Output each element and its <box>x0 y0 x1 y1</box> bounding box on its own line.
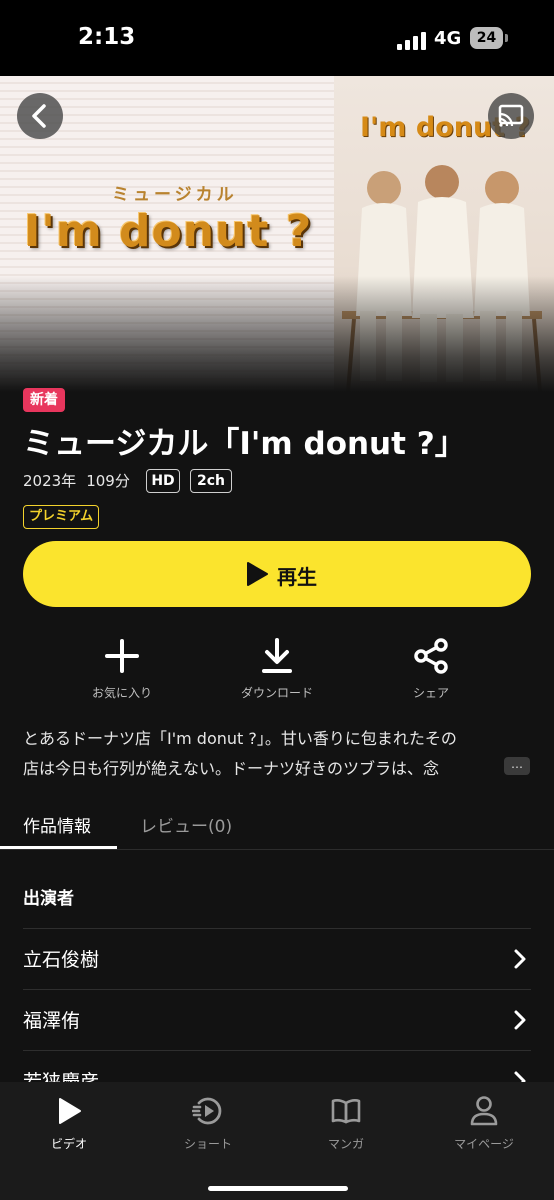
premium-badge: プレミアム <box>23 505 100 529</box>
home-indicator <box>208 1186 348 1191</box>
audio-channel-tag: 2ch <box>190 469 232 493</box>
nav-manga-label: マンガ <box>327 1137 364 1151</box>
status-bar: 2:13 4G 24 <box>0 0 554 76</box>
cast-row[interactable]: 福澤侑 <box>0 989 554 1050</box>
hero-banner: ミュージカル I'm donut ? I'm donut ? <box>0 76 554 392</box>
download-button[interactable]: ダウンロード <box>217 634 337 701</box>
download-label: ダウンロード <box>240 686 313 700</box>
cast-name: 福澤侑 <box>23 1010 81 1032</box>
tab-divider <box>0 849 554 850</box>
nav-mypage[interactable]: マイページ <box>429 1094 539 1152</box>
cast-heading: 出演者 <box>23 889 74 909</box>
nav-video[interactable]: ビデオ <box>14 1094 124 1152</box>
divider <box>23 1050 531 1051</box>
tab-info[interactable]: 作品情報 <box>23 812 91 837</box>
description-line: とあるドーナツ店「I'm donut ?」。甘い香りに包まれたその <box>23 729 457 748</box>
nav-mypage-label: マイページ <box>454 1137 514 1151</box>
share-button[interactable]: シェア <box>371 634 491 701</box>
download-icon <box>262 638 292 673</box>
nav-video-label: ビデオ <box>50 1137 87 1151</box>
nav-manga[interactable]: マンガ <box>291 1094 401 1152</box>
play-button[interactable]: 再生 <box>23 541 531 607</box>
back-button[interactable] <box>17 93 63 139</box>
chevron-left-icon <box>32 104 46 128</box>
release-year: 2023年 <box>23 472 77 490</box>
description: とあるドーナツ店「I'm donut ?」。甘い香りに包まれたその 店は今日も行… <box>23 724 531 784</box>
signal-icon <box>397 32 426 50</box>
play-icon <box>59 1098 81 1124</box>
chevron-right-icon <box>514 1010 526 1030</box>
divider <box>23 928 531 929</box>
hero-subtitle: ミュージカル <box>112 185 238 205</box>
clock: 2:13 <box>78 24 136 50</box>
chevron-right-icon <box>514 949 526 969</box>
cast-row[interactable]: 立石俊樹 <box>0 928 554 989</box>
person-icon <box>470 1096 498 1126</box>
description-line: 店は今日も行列が絶えない。ドーナツ好きのツブラは、念 <box>23 759 440 778</box>
divider <box>23 989 531 990</box>
book-icon <box>331 1099 361 1124</box>
network-type: 4G <box>434 28 462 49</box>
cast-name: 立石俊樹 <box>23 949 100 971</box>
hero-gradient <box>0 276 554 392</box>
hero-logo: I'm donut ? <box>24 206 313 257</box>
play-icon <box>247 562 268 586</box>
favorite-label: お気に入り <box>91 686 152 700</box>
favorite-button[interactable]: お気に入り <box>62 634 182 701</box>
cast-button[interactable] <box>488 93 534 139</box>
hd-tag: HD <box>146 469 180 493</box>
cast-icon <box>498 104 524 127</box>
play-button-label: 再生 <box>277 565 317 589</box>
share-icon <box>414 638 448 674</box>
nav-short-label: ショート <box>183 1137 232 1151</box>
tab-review[interactable]: レビュー(0) <box>140 812 232 837</box>
page-title: ミュージカル「I'm donut ?」 <box>23 426 466 462</box>
battery-icon: 24 <box>470 27 503 49</box>
new-badge: 新着 <box>23 388 65 412</box>
nav-short[interactable]: ショート <box>153 1094 263 1152</box>
short-play-icon <box>192 1097 222 1125</box>
meta-info: 2023年 109分 <box>23 470 140 491</box>
duration: 109分 <box>86 472 130 490</box>
more-button[interactable]: … <box>504 757 530 775</box>
battery-tip <box>505 34 508 42</box>
bottom-nav: ビデオ ショート マンガ マイページ <box>0 1082 554 1200</box>
plus-icon <box>105 639 139 673</box>
share-label: シェア <box>412 686 449 700</box>
